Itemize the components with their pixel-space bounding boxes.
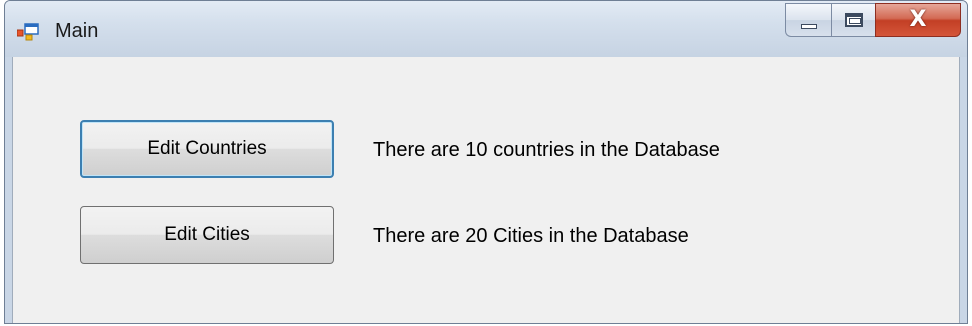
close-icon: X xyxy=(909,7,927,32)
main-window: Main X Edit Countries There are 10 count… xyxy=(4,0,968,324)
countries-count-label: There are 10 countries in the Database xyxy=(373,139,720,161)
caption-buttons: X xyxy=(785,3,961,37)
cities-count-label: There are 20 Cities in the Database xyxy=(373,225,689,247)
minimize-icon xyxy=(800,23,817,29)
winforms-app-icon xyxy=(17,23,39,41)
close-button[interactable]: X xyxy=(875,3,961,37)
form-client-area: Edit Countries There are 10 countries in… xyxy=(12,57,960,323)
title-bar[interactable]: Main X xyxy=(5,1,967,57)
minimize-button[interactable] xyxy=(785,3,831,37)
edit-cities-button[interactable]: Edit Cities xyxy=(80,206,334,264)
maximize-button[interactable] xyxy=(831,3,875,37)
window-title: Main xyxy=(55,20,99,42)
maximize-icon xyxy=(844,13,863,27)
edit-countries-button[interactable]: Edit Countries xyxy=(80,120,334,178)
